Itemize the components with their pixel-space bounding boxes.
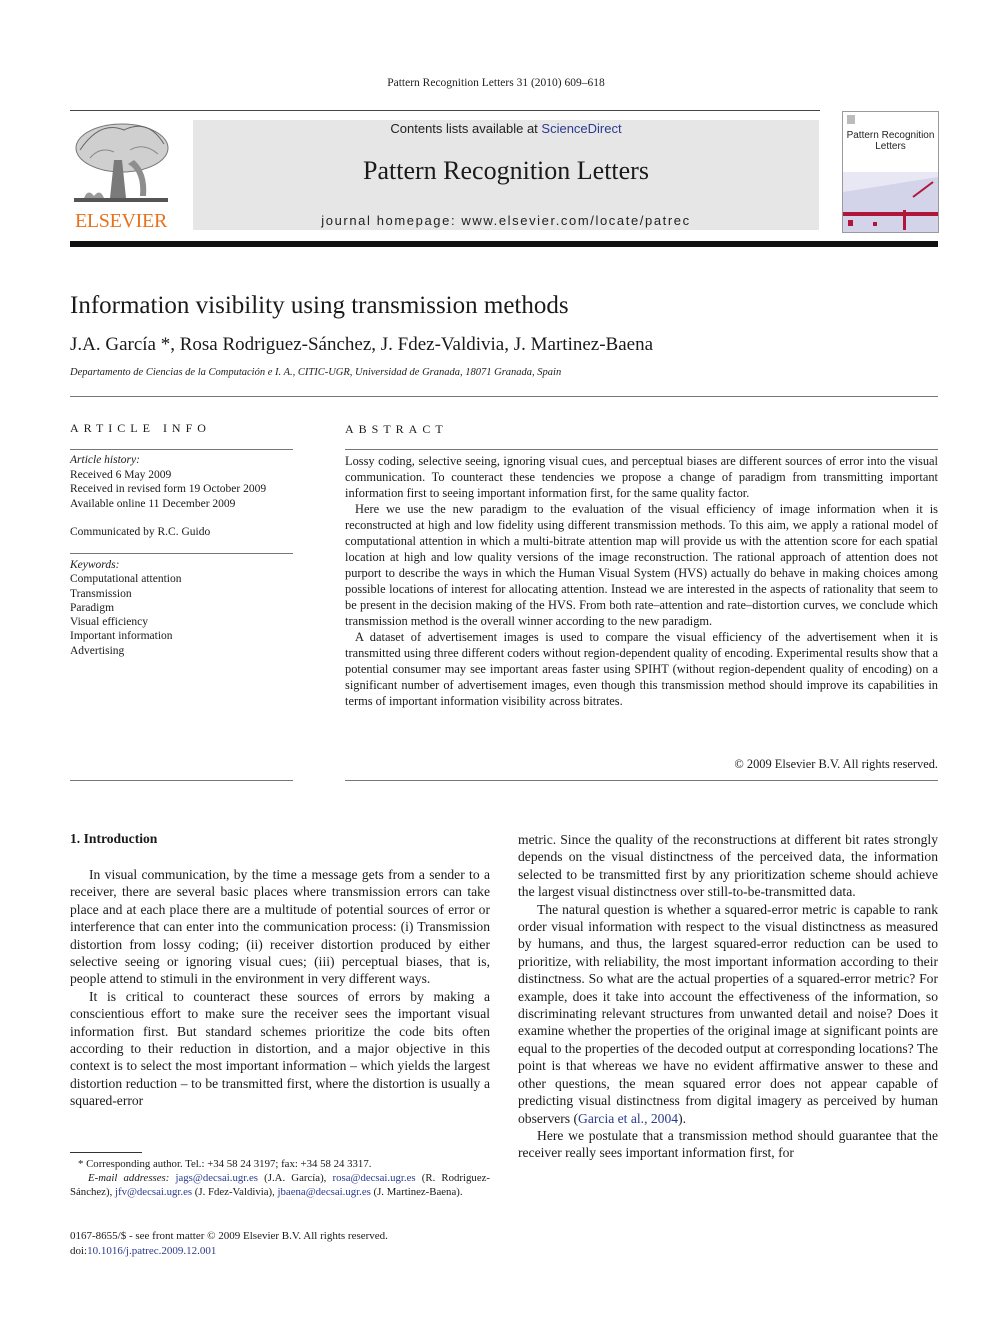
keyword: Transmission <box>70 587 132 600</box>
footnote-rule <box>70 1152 142 1153</box>
sciencedirect-link[interactable]: ScienceDirect <box>541 121 621 136</box>
article-title: Information visibility using transmissio… <box>70 292 569 319</box>
cover-title-line1: Pattern Recognition <box>846 130 935 141</box>
article-history: Article history: Received 6 May 2009 Rec… <box>70 453 293 540</box>
revised-date: Received in revised form 19 October 2009 <box>70 483 267 495</box>
abstract-copyright: © 2009 Elsevier B.V. All rights reserved… <box>734 757 938 771</box>
history-label: Article history: <box>70 454 140 466</box>
body-paragraph: It is critical to counteract these sourc… <box>70 988 490 1109</box>
elsevier-wordmark: ELSEVIER <box>74 210 168 232</box>
keyword: Computational attention <box>70 573 182 586</box>
masthead-rule <box>70 241 938 247</box>
abstract-heading: ABSTRACT <box>345 422 448 436</box>
running-head: Pattern Recognition Letters 31 (2010) 60… <box>387 77 605 89</box>
keyword: Visual efficiency <box>70 616 148 629</box>
doi-line: doi:10.1016/j.patrec.2009.12.001 <box>70 1244 490 1259</box>
divider <box>70 449 293 450</box>
paragraph-text: The natural question is whether a square… <box>518 901 938 1126</box>
email-label: E-mail addresses: <box>88 1172 170 1185</box>
tree-logo-icon <box>74 123 169 202</box>
keywords: Keywords: Computational attention Transm… <box>70 558 293 658</box>
body-paragraph: In visual communication, by the time a m… <box>70 867 490 987</box>
body-paragraph: Here we postulate that a transmission me… <box>518 1127 938 1161</box>
doi-prefix: doi: <box>70 1245 88 1257</box>
keyword: Important information <box>70 630 173 643</box>
issn-line: 0167-8655/$ - see front matter © 2009 El… <box>70 1229 490 1259</box>
journal-homepage-link[interactable]: journal homepage: www.elsevier.com/locat… <box>193 213 819 228</box>
divider <box>70 780 293 781</box>
journal-title: Pattern Recognition Letters <box>363 156 649 185</box>
keyword: Advertising <box>70 644 125 657</box>
abstract-paragraph: Lossy coding, selective seeing, ignoring… <box>345 454 938 500</box>
communicated-by: Communicated by R.C. Guido <box>70 526 211 538</box>
cover-logo-icon <box>847 115 855 124</box>
email-owner: (J. Fdez-Valdivia), <box>192 1186 278 1199</box>
footnotes: * Corresponding author. Tel.: +34 58 24 … <box>70 1157 490 1200</box>
email-link[interactable]: jbaena@decsai.ugr.es <box>278 1186 371 1198</box>
received-date: Received 6 May 2009 <box>70 468 172 481</box>
body-paragraph: metric. Since the quality of the reconst… <box>518 832 938 900</box>
keywords-label: Keywords: <box>70 559 120 571</box>
email-link[interactable]: jfv@decsai.ugr.es <box>115 1186 192 1198</box>
body-column-right: metric. Since the quality of the reconst… <box>518 831 938 1162</box>
author-list: J.A. García *, Rosa Rodriguez-Sánchez, J… <box>70 334 654 355</box>
abstract-paragraph: A dataset of advertisement images is use… <box>345 630 938 708</box>
abstract-body: Lossy coding, selective seeing, ignoring… <box>345 453 938 709</box>
corresponding-author-note: * Corresponding author. Tel.: +34 58 24 … <box>78 1158 372 1170</box>
article-info-heading: ARTICLE INFO <box>70 421 211 435</box>
section-heading: 1. Introduction <box>70 831 158 846</box>
divider <box>70 396 938 397</box>
email-link[interactable]: jags@decsai.ugr.es <box>175 1172 258 1184</box>
body-paragraph: The natural question is whether a square… <box>518 901 938 1127</box>
email-addresses: E-mail addresses: jags@decsai.ugr.es (J.… <box>70 1171 490 1199</box>
elsevier-logo[interactable]: ELSEVIER <box>70 120 172 232</box>
header-rule <box>70 110 820 111</box>
keyword: Paradigm <box>70 601 115 614</box>
cover-title: Pattern Recognition Letters <box>843 130 938 152</box>
abstract-paragraph: Here we use the new paradigm to the eval… <box>345 502 938 628</box>
contents-prefix: Contents lists available at <box>390 121 542 136</box>
contents-line: Contents lists available at ScienceDirec… <box>193 121 819 136</box>
email-link[interactable]: rosa@decsai.ugr.es <box>333 1172 416 1184</box>
paragraph-text: ). <box>678 1110 686 1126</box>
email-owner: (J. Martinez-Baena). <box>370 1186 463 1199</box>
body-column-left: In visual communication, by the time a m… <box>70 866 490 1110</box>
divider <box>345 780 938 781</box>
cover-artwork-icon <box>843 172 938 232</box>
affiliation: Departamento de Ciencias de la Computaci… <box>70 367 562 378</box>
journal-banner: Contents lists available at ScienceDirec… <box>193 120 819 230</box>
doi-link[interactable]: 10.1016/j.patrec.2009.12.001 <box>87 1245 216 1257</box>
online-date: Available online 11 December 2009 <box>70 497 236 510</box>
divider <box>345 449 938 450</box>
journal-cover-thumbnail[interactable]: Pattern Recognition Letters <box>842 111 939 233</box>
citation-link[interactable]: Garcia et al., 2004 <box>578 1111 678 1126</box>
divider <box>70 553 293 554</box>
front-matter: 0167-8655/$ - see front matter © 2009 El… <box>70 1230 388 1242</box>
cover-title-line2: Letters <box>875 141 906 152</box>
email-owner: (J.A. García), <box>258 1172 333 1185</box>
